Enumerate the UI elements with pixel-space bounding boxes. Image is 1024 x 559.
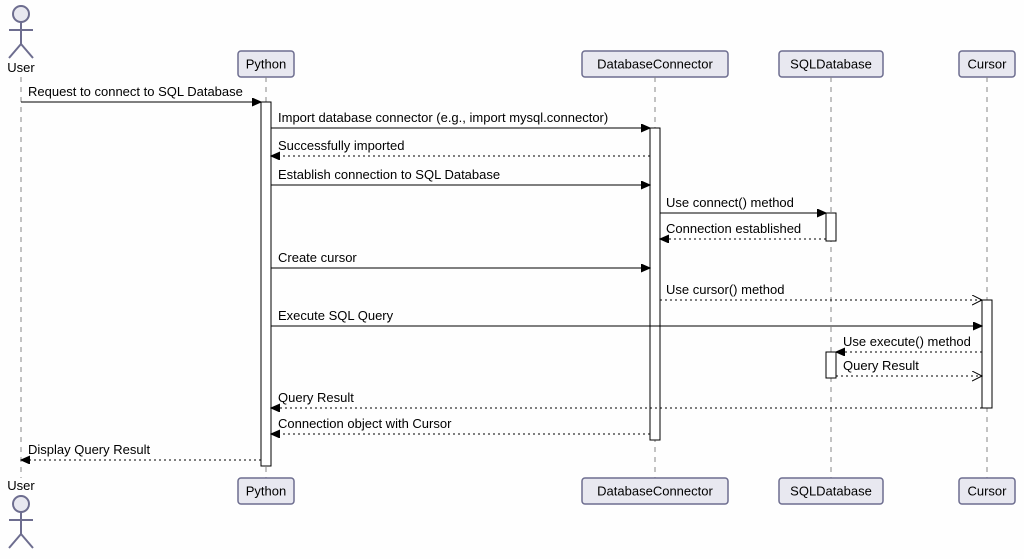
activation-python <box>261 102 271 466</box>
msg-label: Request to connect to SQL Database <box>28 84 243 99</box>
actor-label-bottom: User <box>7 478 35 493</box>
participant-python-bottom: Python <box>238 478 294 504</box>
participant-sqldb-bottom: SQLDatabase <box>779 478 883 504</box>
participant-dbconnector-bottom: DatabaseConnector <box>582 478 728 504</box>
participant-label: SQLDatabase <box>790 56 872 71</box>
participant-label: Python <box>246 56 286 71</box>
participant-dbconnector-top: DatabaseConnector <box>582 51 728 77</box>
participant-label: Cursor <box>967 56 1007 71</box>
msg-label: Connection established <box>666 221 801 236</box>
activation-sqldb-2 <box>826 352 836 378</box>
participant-cursor-bottom: Cursor <box>959 478 1015 504</box>
actor-label-top: User <box>7 60 35 75</box>
msg-label: Query Result <box>843 358 919 373</box>
participant-label: DatabaseConnector <box>597 56 713 71</box>
msg-label: Create cursor <box>278 250 357 265</box>
participant-label: DatabaseConnector <box>597 483 713 498</box>
msg-label: Use execute() method <box>843 334 971 349</box>
msg-label: Execute SQL Query <box>278 308 394 323</box>
msg-label: Import database connector (e.g., import … <box>278 110 608 125</box>
participant-python-top: Python <box>238 51 294 77</box>
participant-label: SQLDatabase <box>790 483 872 498</box>
msg-label: Use connect() method <box>666 195 794 210</box>
participant-sqldb-top: SQLDatabase <box>779 51 883 77</box>
activation-cursor <box>982 300 992 408</box>
actor-user-bottom: User <box>7 478 35 548</box>
msg-label: Display Query Result <box>28 442 150 457</box>
activation-dbconnector <box>650 128 660 440</box>
msg-label: Query Result <box>278 390 354 405</box>
msg-label: Establish connection to SQL Database <box>278 167 500 182</box>
activation-sqldb-1 <box>826 213 836 241</box>
participant-cursor-top: Cursor <box>959 51 1015 77</box>
sequence-diagram: User Python DatabaseConnector SQLDatabas… <box>0 0 1024 559</box>
actor-user-top: User <box>7 6 35 75</box>
msg-label: Connection object with Cursor <box>278 416 452 431</box>
msg-label: Successfully imported <box>278 138 404 153</box>
msg-label: Use cursor() method <box>666 282 784 297</box>
participant-label: Python <box>246 483 286 498</box>
participant-label: Cursor <box>967 483 1007 498</box>
